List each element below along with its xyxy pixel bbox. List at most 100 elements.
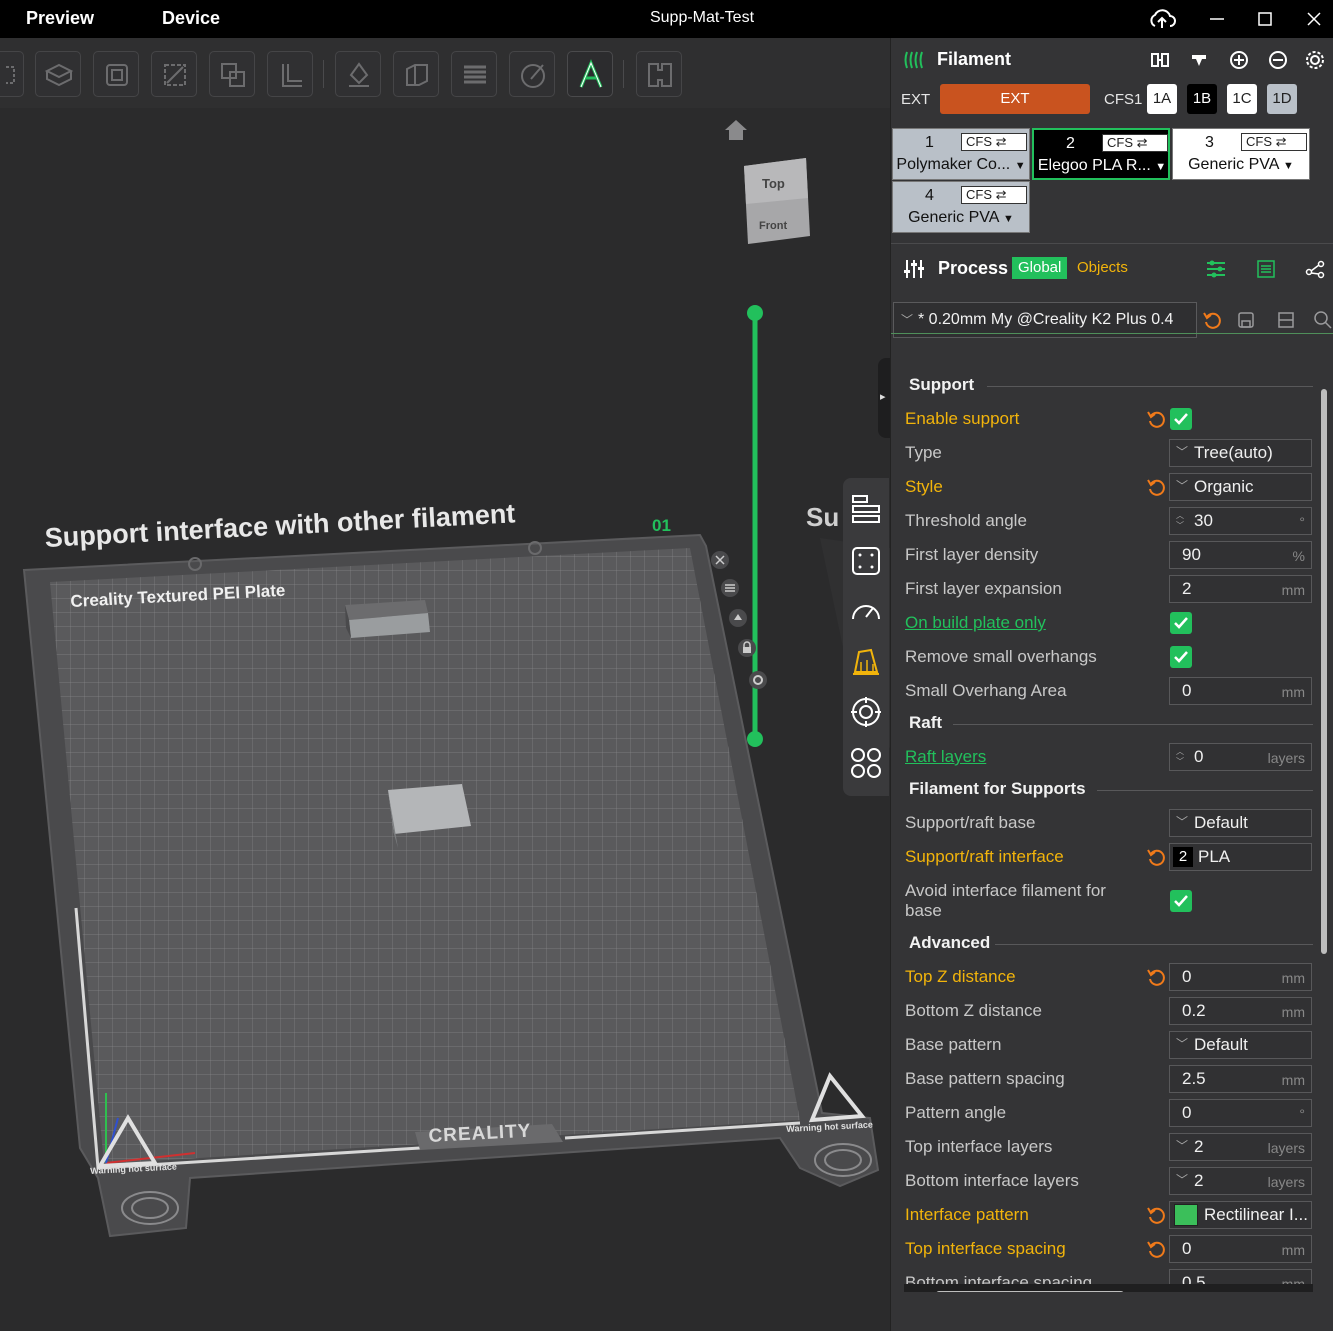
filament-card-name[interactable]: Generic PVA ▼ — [893, 209, 1029, 227]
base-pattern-spacing-input[interactable]: 2.5 mm — [1169, 1065, 1312, 1093]
tab-preview[interactable]: Preview — [26, 8, 94, 29]
filament-card-3[interactable]: 3 CFS ⇄ Generic PVA ▼ — [1172, 128, 1310, 180]
speedometer-icon[interactable] — [849, 595, 883, 629]
layer-list-icon[interactable] — [849, 492, 883, 526]
collapse-panel-tab[interactable]: ▸ — [878, 358, 890, 438]
base-pattern-select[interactable]: ﹀ Default — [1169, 1031, 1312, 1059]
pattern-angle-input[interactable]: 0 ° — [1169, 1099, 1312, 1127]
auto-orient-icon[interactable] — [151, 51, 197, 97]
reset-icon[interactable] — [1146, 847, 1166, 867]
add-filament-icon[interactable] — [1228, 49, 1250, 71]
small-overhang-area-input[interactable]: 0 mm — [1169, 677, 1312, 705]
list-view-icon[interactable] — [1255, 258, 1277, 280]
top-z-distance-input[interactable]: 0 mm — [1169, 963, 1312, 991]
advanced-settings-icon[interactable] — [1205, 258, 1227, 280]
support-raft-base-select[interactable]: ﹀ Default — [1169, 809, 1312, 837]
slot-1c-button[interactable]: 1C — [1227, 84, 1257, 114]
add-plate-icon[interactable] — [35, 51, 81, 97]
top-interface-spacing-input[interactable]: 0 mm — [1169, 1235, 1312, 1263]
reset-preset-icon[interactable] — [1202, 310, 1222, 330]
nozzle-icon[interactable] — [1188, 49, 1210, 71]
sync-icon[interactable] — [1149, 49, 1171, 71]
plate-settings-icon[interactable] — [748, 670, 768, 690]
compare-preset-icon[interactable] — [1276, 310, 1296, 330]
reset-icon[interactable] — [1146, 409, 1166, 429]
slot-1d-button[interactable]: 1D — [1267, 84, 1297, 114]
settings-vertical-scrollbar[interactable] — [1321, 389, 1327, 954]
orient-icon[interactable] — [93, 51, 139, 97]
3d-viewport[interactable]: Support interface with other filament 01… — [0, 108, 890, 1331]
label-raft-layers[interactable]: Raft layers — [905, 747, 986, 767]
tab-global[interactable]: Global — [1012, 257, 1068, 279]
support-paint-icon[interactable] — [335, 51, 381, 97]
enable-support-checkbox[interactable] — [1170, 408, 1192, 430]
bottom-z-distance-input[interactable]: 0.2 mm — [1169, 997, 1312, 1025]
filament-card-name[interactable]: Elegoo PLA R... ▼ — [1034, 157, 1170, 175]
style-select[interactable]: ﹀ Organic — [1169, 473, 1312, 501]
delete-plate-icon[interactable] — [710, 550, 730, 570]
filament-settings-icon[interactable] — [1304, 49, 1326, 71]
home-view-icon[interactable] — [723, 118, 749, 142]
reset-icon[interactable] — [1146, 967, 1166, 987]
filament-card-4[interactable]: 4 CFS ⇄ Generic PVA ▼ — [892, 181, 1030, 233]
close-icon[interactable] — [1299, 6, 1329, 32]
threshold-angle-spinner[interactable]: ︿ ﹀ 30 ° — [1169, 507, 1312, 535]
filament-card-cfs-badge[interactable]: CFS ⇄ — [961, 133, 1027, 151]
slot-1b-button[interactable]: 1B — [1187, 84, 1217, 114]
command-icon[interactable] — [849, 746, 883, 780]
support-raft-interface-select[interactable]: 2 PLA — [1169, 843, 1312, 871]
layers-icon[interactable] — [451, 51, 497, 97]
settings-horizontal-scrollbar[interactable] — [936, 1291, 1124, 1292]
minimize-icon[interactable] — [1202, 6, 1232, 32]
spinner-arrows-icon[interactable]: ︿ ﹀ — [1176, 747, 1184, 767]
filament-card-1[interactable]: 1 CFS ⇄ Polymaker Co... ▼ — [892, 128, 1030, 180]
settings-list[interactable]: Support Enable support Type ﹀ Tree(auto) … — [891, 333, 1333, 1331]
remove-small-overhangs-checkbox[interactable] — [1170, 646, 1192, 668]
tab-device[interactable]: Device — [162, 8, 220, 29]
first-layer-density-input[interactable]: 90% — [1169, 541, 1312, 569]
first-layer-expansion-input[interactable]: 2 mm — [1169, 575, 1312, 603]
filament-card-cfs-badge[interactable]: CFS ⇄ — [1102, 134, 1168, 152]
cloud-upload-icon[interactable] — [1147, 6, 1177, 32]
add-icon[interactable] — [0, 51, 24, 97]
build-plate-scene[interactable] — [0, 108, 890, 1331]
share-icon[interactable] — [1304, 258, 1326, 280]
reset-icon[interactable] — [1146, 477, 1166, 497]
search-icon[interactable] — [1313, 310, 1333, 330]
spinner-arrows-icon[interactable]: ︿ ﹀ — [1176, 511, 1184, 531]
view-cube-front[interactable]: Front — [759, 220, 787, 232]
ext-button[interactable]: EXT — [940, 84, 1090, 114]
type-select[interactable]: ﹀ Tree(auto) — [1169, 439, 1312, 467]
filament-card-name[interactable]: Generic PVA ▼ — [1173, 156, 1309, 174]
reset-icon[interactable] — [1146, 1239, 1166, 1259]
arrange-plate-icon[interactable] — [720, 578, 740, 598]
tab-objects[interactable]: Objects — [1077, 257, 1128, 279]
cut-icon[interactable] — [393, 51, 439, 97]
label-on-build-plate-only[interactable]: On build plate only — [905, 613, 1046, 633]
slot-1a-button[interactable]: 1A — [1147, 84, 1177, 114]
target-icon[interactable] — [849, 695, 883, 729]
support-view-icon[interactable] — [849, 644, 883, 678]
lock-plate-icon[interactable] — [737, 638, 757, 658]
arrange-icon[interactable] — [209, 51, 255, 97]
filament-card-cfs-badge[interactable]: CFS ⇄ — [961, 186, 1027, 204]
on-build-plate-only-checkbox[interactable] — [1170, 612, 1192, 634]
maximize-icon[interactable] — [1250, 6, 1280, 32]
remove-filament-icon[interactable] — [1267, 49, 1289, 71]
layout-icon[interactable] — [267, 51, 313, 97]
color-paint-icon[interactable] — [509, 51, 555, 97]
view-cube-top[interactable]: Top — [762, 176, 785, 191]
interface-pattern-select[interactable]: Rectilinear I... — [1169, 1201, 1312, 1229]
avoid-interface-checkbox[interactable] — [1170, 890, 1192, 912]
save-preset-icon[interactable] — [1236, 310, 1256, 330]
reset-icon[interactable] — [1146, 1205, 1166, 1225]
filament-card-cfs-badge[interactable]: CFS ⇄ — [1241, 133, 1307, 151]
raft-layers-spinner[interactable]: ︿ ﹀ 0 layers — [1169, 743, 1312, 771]
view-cube[interactable]: Top Front — [742, 156, 812, 248]
text-icon[interactable] — [567, 51, 613, 97]
filament-card-name[interactable]: Polymaker Co... ▼ — [893, 156, 1029, 174]
bottom-interface-layers-select[interactable]: ﹀ 2 layers — [1169, 1167, 1312, 1195]
bounding-box-icon[interactable] — [849, 544, 883, 578]
top-interface-layers-select[interactable]: ﹀ 2 layers — [1169, 1133, 1312, 1161]
assembly-icon[interactable] — [636, 51, 682, 97]
